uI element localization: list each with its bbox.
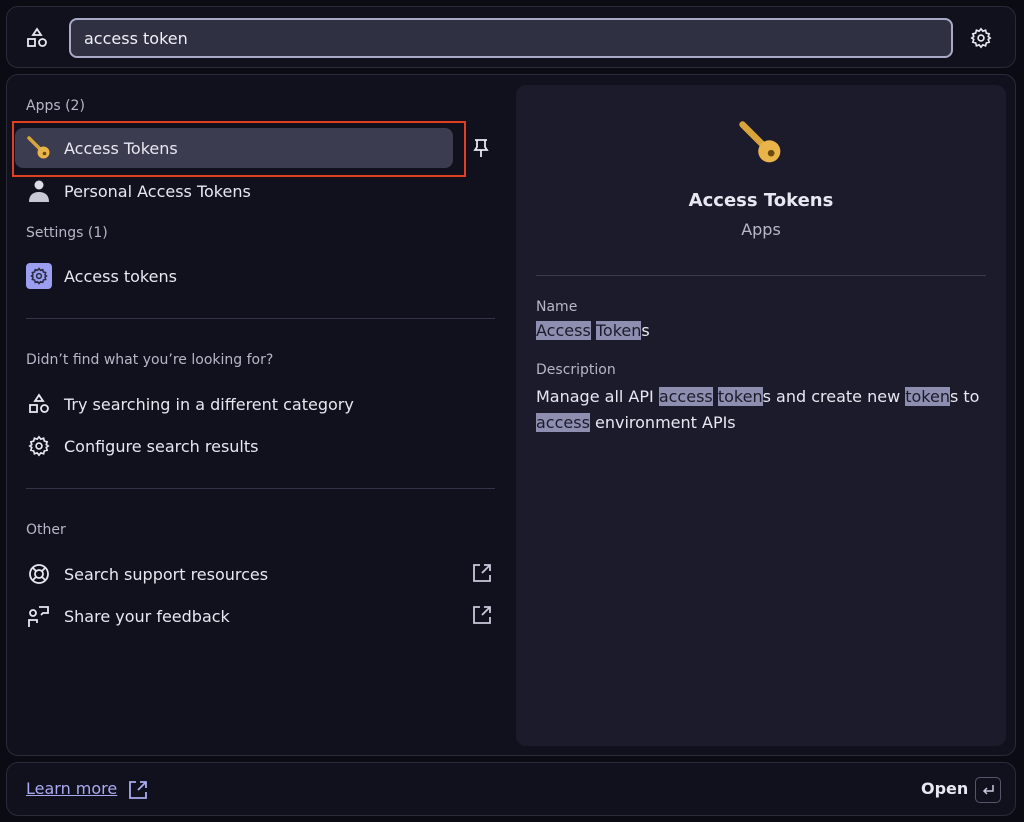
- item-label: Configure search results: [64, 437, 258, 456]
- footer: Learn more Open: [6, 762, 1016, 816]
- text-segment: s and create new: [763, 387, 906, 406]
- text-segment: s to: [950, 387, 985, 406]
- result-personal-access-tokens[interactable]: Personal Access Tokens: [15, 171, 453, 211]
- user-icon: [26, 178, 52, 204]
- divider: [26, 488, 495, 489]
- description-value: Manage all API access tokens and create …: [536, 384, 986, 436]
- highlighted-match: token: [905, 387, 950, 406]
- result-access-tokens-setting[interactable]: Access tokens: [15, 256, 453, 296]
- highlighted-match: access: [659, 387, 713, 406]
- divider: [536, 275, 986, 276]
- configure-search-results[interactable]: Configure search results: [15, 426, 453, 466]
- result-label: Personal Access Tokens: [64, 182, 251, 201]
- key-icon: [736, 118, 786, 168]
- text-segment: s: [641, 321, 649, 340]
- search-support-resources[interactable]: Search support resources: [15, 554, 453, 594]
- shapes-icon[interactable]: [25, 26, 49, 50]
- share-feedback[interactable]: Share your feedback: [15, 596, 453, 636]
- key-icon: [26, 135, 52, 161]
- pin-icon[interactable]: [471, 137, 491, 159]
- item-label: Try searching in a different category: [64, 395, 354, 414]
- description-label: Description: [536, 362, 616, 378]
- detail-subtitle: Apps: [516, 220, 1006, 239]
- section-settings-heading: Settings (1): [26, 225, 108, 241]
- result-access-tokens-app[interactable]: Access Tokens: [15, 128, 453, 168]
- enter-key-icon: [975, 777, 1001, 803]
- search-input[interactable]: [69, 18, 953, 58]
- text-segment: Manage all API: [536, 387, 659, 406]
- gear-icon: [26, 263, 52, 289]
- learn-more-link[interactable]: Learn more: [26, 779, 117, 798]
- external-link-icon[interactable]: [127, 779, 149, 801]
- item-label: Share your feedback: [64, 607, 230, 626]
- external-link-icon[interactable]: [471, 562, 493, 584]
- not-found-heading: Didn’t find what you’re looking for?: [26, 352, 273, 368]
- name-label: Name: [536, 299, 577, 315]
- result-label: Access tokens: [64, 267, 177, 286]
- open-button[interactable]: Open: [921, 779, 968, 798]
- text-segment: environment APIs: [590, 413, 736, 432]
- detail-title: Access Tokens: [516, 190, 1006, 211]
- detail-pane: Access Tokens Apps Name Access Tokens De…: [516, 85, 1006, 746]
- external-link-icon[interactable]: [471, 604, 493, 626]
- highlighted-match: token: [718, 387, 763, 406]
- feedback-icon: [26, 603, 52, 629]
- shapes-icon: [26, 391, 52, 417]
- gear-icon[interactable]: [969, 26, 993, 50]
- highlighted-match: access: [536, 413, 590, 432]
- section-apps-heading: Apps (2): [26, 98, 85, 114]
- gear-icon: [26, 433, 52, 459]
- highlighted-match: Token: [596, 321, 642, 340]
- item-label: Search support resources: [64, 565, 268, 584]
- divider: [26, 318, 495, 319]
- results-panel: Apps (2) Access Tokens Personal Access T…: [6, 74, 1016, 756]
- search-bar: [6, 6, 1016, 68]
- lifebuoy-icon: [26, 561, 52, 587]
- name-value: Access Tokens: [536, 321, 650, 340]
- try-different-category[interactable]: Try searching in a different category: [15, 384, 453, 424]
- other-heading: Other: [26, 522, 66, 538]
- result-label: Access Tokens: [64, 139, 178, 158]
- highlighted-match: Access: [536, 321, 591, 340]
